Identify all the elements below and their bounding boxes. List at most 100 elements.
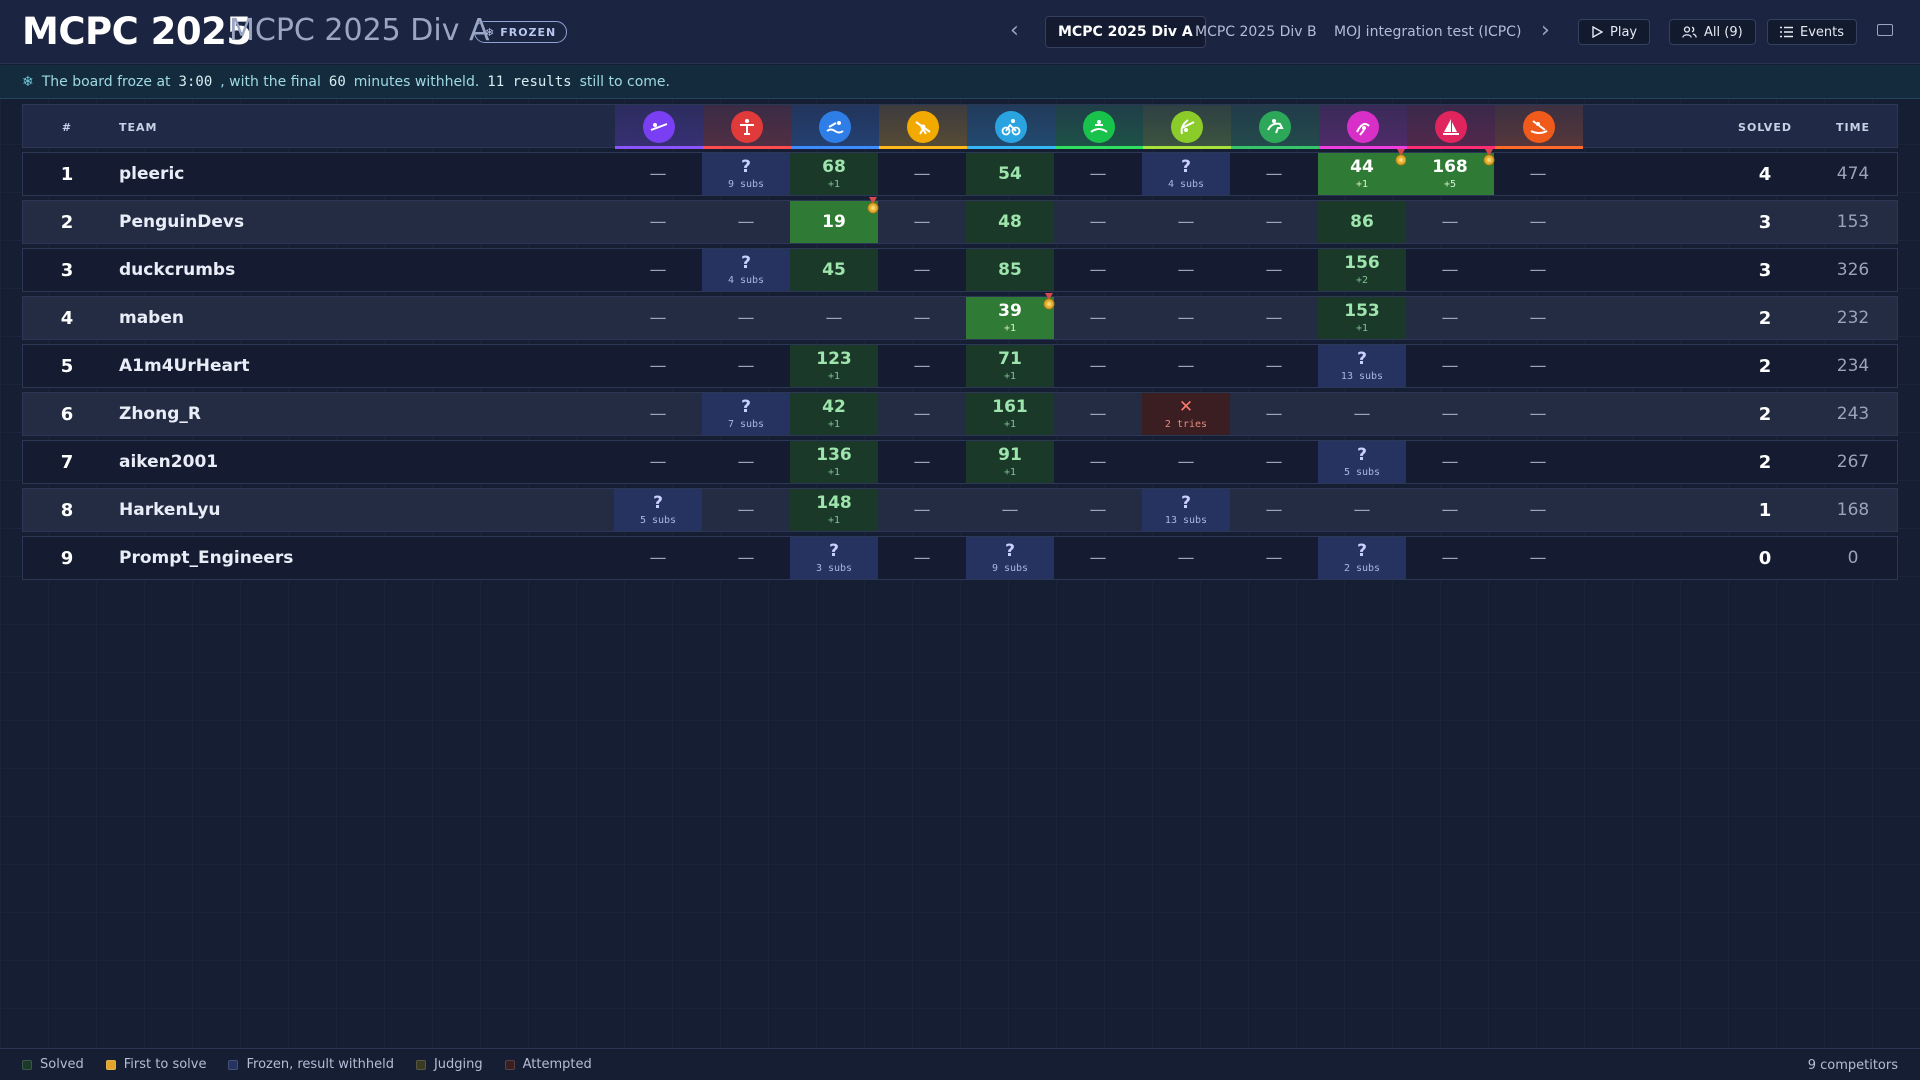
problem-cell[interactable]: —	[1142, 441, 1230, 483]
problem-cell[interactable]: —	[1142, 201, 1230, 243]
problem-cell[interactable]: —	[1054, 537, 1142, 579]
team-name[interactable]: HarkenLyu	[119, 489, 220, 531]
problem-cell[interactable]: —	[878, 489, 966, 531]
problem-cell[interactable]: —	[614, 345, 702, 387]
table-row[interactable]: 5 A1m4UrHeart — —123 +1—71 +1— — —? 13 subs — —2 23…	[22, 344, 1898, 388]
problem-column-header[interactable]	[1495, 105, 1583, 149]
table-row[interactable]: 8 HarkenLyu? 5 subs —148 +1— — —? 13 subs — — — —1 1…	[22, 488, 1898, 532]
problem-cell[interactable]: —	[614, 393, 702, 435]
tab-moj-integration[interactable]: MOJ integration test (ICPC)	[1322, 16, 1533, 48]
problem-cell[interactable]: —	[1054, 153, 1142, 195]
problem-cell[interactable]: —	[966, 489, 1054, 531]
problem-cell[interactable]: —	[1406, 201, 1494, 243]
problem-cell[interactable]: 123 +1	[790, 345, 878, 387]
problem-cell[interactable]: —	[1406, 537, 1494, 579]
problem-cell[interactable]: 161 +1	[966, 393, 1054, 435]
problem-cell[interactable]: —	[1494, 345, 1582, 387]
problem-cell[interactable]: ? 2 subs	[1318, 537, 1406, 579]
problem-cell[interactable]: —	[1406, 489, 1494, 531]
tab-div-a[interactable]: MCPC 2025 Div A	[1045, 16, 1206, 48]
problem-column-header[interactable]	[1055, 105, 1143, 149]
problem-cell[interactable]: —	[1230, 441, 1318, 483]
problem-cell[interactable]: —	[1054, 201, 1142, 243]
problem-column-header[interactable]	[879, 105, 967, 149]
problem-cell[interactable]: —	[1054, 489, 1142, 531]
table-row[interactable]: 6 Zhong_R —? 7 subs 42 +1—161 +1— ✕ 2 tries — — — —2…	[22, 392, 1898, 436]
problem-cell[interactable]: —	[702, 441, 790, 483]
problem-cell[interactable]: —	[1494, 441, 1582, 483]
problem-cell[interactable]: —	[1406, 393, 1494, 435]
problem-cell[interactable]: ? 5 subs	[1318, 441, 1406, 483]
solved-column-header[interactable]: SOLVED	[1721, 105, 1809, 149]
problem-cell[interactable]: ? 4 subs	[1142, 153, 1230, 195]
problem-cell[interactable]: —	[790, 297, 878, 339]
problem-cell[interactable]: —	[878, 537, 966, 579]
team-name[interactable]: maben	[119, 297, 184, 339]
team-name[interactable]: Prompt_Engineers	[119, 537, 293, 579]
table-row[interactable]: 9 Prompt_Engineers — —? 3 subs —? 9 subs — — —? 2 …	[22, 536, 1898, 580]
problem-cell[interactable]: 85	[966, 249, 1054, 291]
problem-cell[interactable]: 86	[1318, 201, 1406, 243]
problem-cell[interactable]: 42 +1	[790, 393, 878, 435]
keyboard-icon[interactable]	[1877, 24, 1893, 36]
problem-cell[interactable]: ? 3 subs	[790, 537, 878, 579]
problem-cell[interactable]: 54	[966, 153, 1054, 195]
problem-cell[interactable]: —	[702, 345, 790, 387]
problem-cell[interactable]: 148 +1	[790, 489, 878, 531]
problem-cell[interactable]: ? 5 subs	[614, 489, 702, 531]
team-name[interactable]: Zhong_R	[119, 393, 201, 435]
problem-cell[interactable]: —	[614, 153, 702, 195]
problem-cell[interactable]: —	[1230, 345, 1318, 387]
team-name[interactable]: PenguinDevs	[119, 201, 244, 243]
problem-cell[interactable]: 71 +1	[966, 345, 1054, 387]
problem-cell[interactable]: —	[878, 345, 966, 387]
problem-cell[interactable]: —	[1230, 489, 1318, 531]
problem-cell[interactable]: —	[614, 297, 702, 339]
events-button[interactable]: Events	[1767, 19, 1858, 45]
time-column-header[interactable]: TIME	[1809, 105, 1897, 149]
problem-column-header[interactable]	[967, 105, 1055, 149]
problem-cell[interactable]: 45	[790, 249, 878, 291]
problem-cell[interactable]: —	[1230, 297, 1318, 339]
problem-cell[interactable]: —	[1230, 153, 1318, 195]
problem-cell[interactable]: —	[1494, 537, 1582, 579]
filter-all-button[interactable]: All (9)	[1669, 19, 1756, 45]
problem-cell[interactable]: —	[1142, 345, 1230, 387]
table-row[interactable]: 3 duckcrumbs —? 4 subs 45—85— — —156 +2— —3 326	[22, 248, 1898, 292]
problem-cell[interactable]: —	[878, 249, 966, 291]
problem-cell[interactable]: 19	[790, 197, 879, 243]
problem-cell[interactable]: ✕ 2 tries	[1142, 393, 1230, 435]
problem-cell[interactable]: —	[614, 537, 702, 579]
problem-cell[interactable]: —	[1230, 393, 1318, 435]
tab-div-b[interactable]: MCPC 2025 Div B	[1183, 16, 1329, 48]
problem-cell[interactable]: 136 +1	[790, 441, 878, 483]
problem-cell[interactable]: 91 +1	[966, 441, 1054, 483]
problem-cell[interactable]: —	[1230, 537, 1318, 579]
problem-cell[interactable]: —	[1406, 441, 1494, 483]
problem-cell[interactable]: —	[1142, 537, 1230, 579]
problem-cell[interactable]: —	[1054, 441, 1142, 483]
problem-cell[interactable]: —	[1494, 489, 1582, 531]
problem-cell[interactable]: ? 13 subs	[1318, 345, 1406, 387]
problem-cell[interactable]: —	[1494, 297, 1582, 339]
problem-cell[interactable]: 68 +1	[790, 153, 878, 195]
problem-cell[interactable]: —	[1054, 297, 1142, 339]
problem-cell[interactable]: ? 7 subs	[702, 393, 790, 435]
problem-cell[interactable]: —	[1142, 297, 1230, 339]
problem-cell[interactable]: —	[1142, 249, 1230, 291]
table-row[interactable]: 7 aiken2001— —136 +1—91 +1— — —? 5 subs — —2 267	[22, 440, 1898, 484]
problem-cell[interactable]: —	[1406, 249, 1494, 291]
team-name[interactable]: aiken2001	[119, 441, 218, 483]
table-row[interactable]: 1 pleeric —? 9 subs 68 +1—54—? 4 subs —44 +1 168 +…	[22, 149, 1898, 196]
problem-cell[interactable]: —	[702, 489, 790, 531]
problem-cell[interactable]: 48	[966, 201, 1054, 243]
problem-cell[interactable]: 44 +1	[1318, 149, 1407, 195]
problem-cell[interactable]: —	[1494, 393, 1582, 435]
problem-cell[interactable]: ? 9 subs	[966, 537, 1054, 579]
next-contest-chevron-icon[interactable]: ›	[1541, 18, 1550, 43]
problem-cell[interactable]: —	[1406, 297, 1494, 339]
table-row[interactable]: 4 maben — — — —39 +1— — —153 +1— —2 232	[22, 293, 1898, 340]
problem-cell[interactable]: —	[702, 297, 790, 339]
problem-column-header[interactable]	[1319, 105, 1407, 149]
problem-cell[interactable]: —	[878, 441, 966, 483]
